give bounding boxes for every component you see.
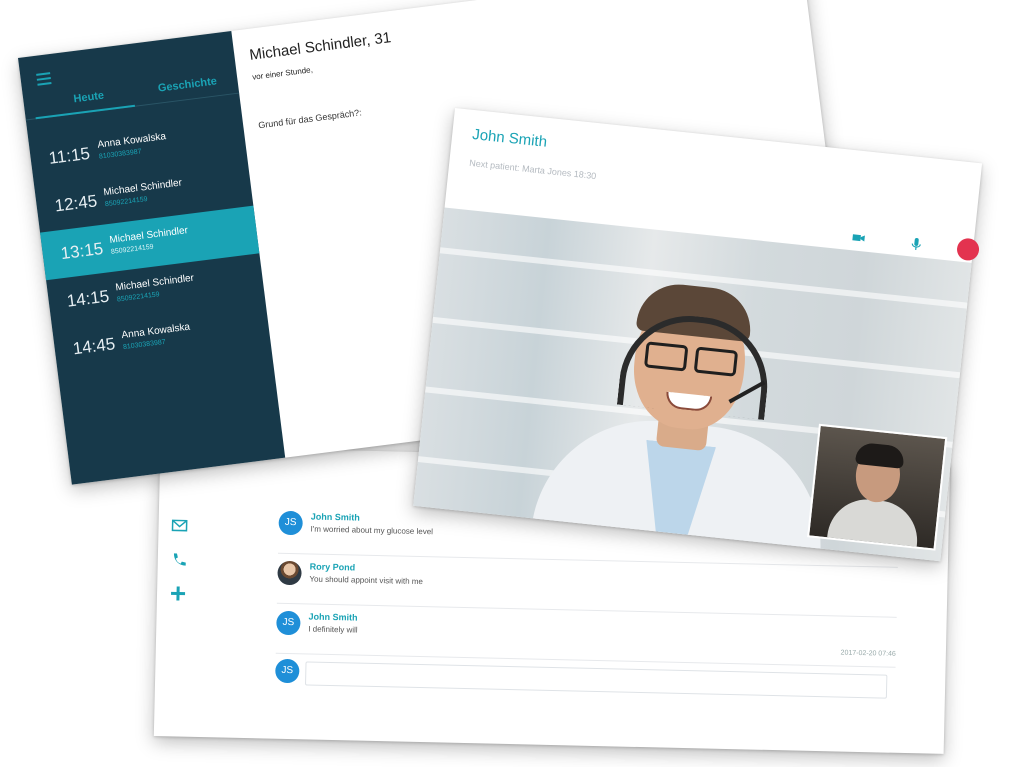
appointment-phone: 85092214159 xyxy=(104,195,149,209)
phone-icon[interactable] xyxy=(170,550,188,568)
next-patient-label: Next patient: Marta Jones 18:30 xyxy=(468,157,597,182)
appointments-sidebar: Heute Geschichte 11:15 Anna Kowalska 810… xyxy=(18,31,286,485)
self-video-preview[interactable] xyxy=(807,423,948,551)
appointment-phone: 85092214159 xyxy=(110,243,155,256)
avatar xyxy=(277,560,302,586)
message-input[interactable] xyxy=(304,661,888,699)
appointment-name: Michael Schindler xyxy=(102,177,183,199)
appointment-name: Anna Kowalska xyxy=(120,321,191,342)
avatar: JS xyxy=(278,510,303,536)
tab-geschichte[interactable]: Geschichte xyxy=(157,75,217,94)
avatar: JS xyxy=(276,610,301,636)
appointment-name: Anna Kowalska xyxy=(96,131,167,151)
remote-video-feed xyxy=(413,207,972,562)
appointment-time: 11:15 xyxy=(47,143,91,168)
appointment-phone: 81030383987 xyxy=(98,148,142,161)
video-camera-icon[interactable] xyxy=(851,230,866,245)
reason-label: Grund für das Gespräch?: xyxy=(257,107,363,131)
appointment-name: Michael Schindler xyxy=(108,225,189,246)
message-text: I definitely will xyxy=(308,624,358,635)
appointment-time: 12:45 xyxy=(53,191,99,216)
appointment-time-ago: vor einer Stunde, xyxy=(251,65,314,82)
message-sender[interactable]: John Smith xyxy=(311,512,360,523)
caller-name: John Smith xyxy=(471,126,548,151)
plus-icon[interactable] xyxy=(169,584,187,602)
message-sender[interactable]: Rory Pond xyxy=(310,561,356,572)
appointment-name: Michael Schindler xyxy=(114,272,195,294)
appointment-time: 14:15 xyxy=(65,286,111,311)
appointment-phone: 85092214159 xyxy=(116,291,161,304)
hamburger-menu-icon[interactable] xyxy=(36,72,52,86)
appointment-time: 13:15 xyxy=(59,238,105,264)
message-sender[interactable]: John Smith xyxy=(308,611,357,622)
message-text: I'm worried about my glucose level xyxy=(310,524,434,537)
chat-side-toolbar xyxy=(168,516,194,619)
message-timestamp: 2017-02-20 07:46 xyxy=(840,649,896,658)
microphone-icon[interactable] xyxy=(909,236,924,251)
tab-heute[interactable]: Heute xyxy=(73,90,105,106)
avatar: JS xyxy=(275,658,300,684)
video-call-panel: John Smith Next patient: Marta Jones 18:… xyxy=(413,108,983,562)
hang-up-icon[interactable] xyxy=(955,237,981,262)
message-text: You should appoint visit with me xyxy=(309,574,424,587)
appointment-time: 14:45 xyxy=(71,334,117,359)
mail-icon[interactable] xyxy=(170,516,188,534)
patient-title: Michael Schindler, 31 xyxy=(248,29,393,64)
appointment-phone: 81030383987 xyxy=(122,338,167,352)
active-tab-indicator xyxy=(35,104,136,120)
